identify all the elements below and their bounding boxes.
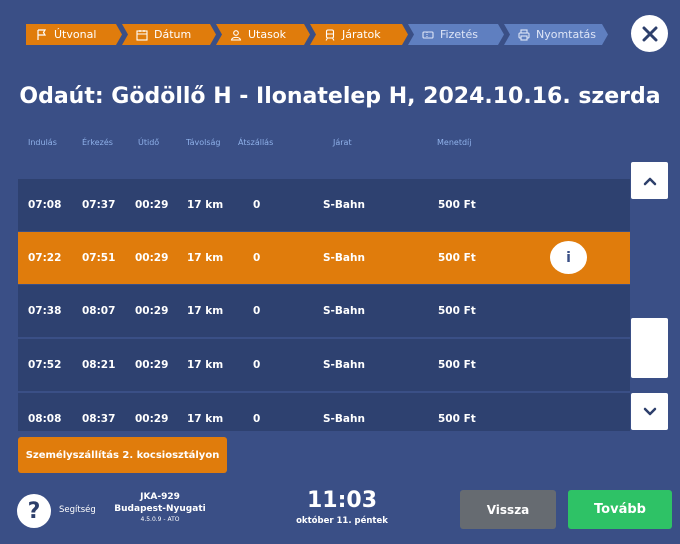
header-departure: Indulás — [28, 138, 57, 147]
scroll-up-button[interactable] — [631, 162, 668, 199]
cell-service: S-Bahn — [323, 252, 365, 264]
clock: 11:03 október 11. péntek — [282, 488, 402, 528]
cell-departure: 07:38 — [28, 305, 62, 317]
cell-distance: 17 km — [187, 252, 224, 264]
scrollbar-thumb[interactable] — [631, 318, 668, 378]
table-row[interactable]: 07:08 07:37 00:29 17 km 0 S-Bahn 500 Ft — [18, 179, 630, 231]
step-label: Fizetés — [440, 28, 478, 41]
table-row[interactable]: 07:38 08:07 00:29 17 km 0 S-Bahn 500 Ft — [18, 285, 630, 337]
clock-date: október 11. péntek — [296, 516, 388, 526]
cell-service: S-Bahn — [323, 359, 365, 371]
close-button[interactable] — [631, 15, 668, 52]
person-icon — [230, 29, 242, 41]
kiosk-version: 4.5.0.9 - ATO — [140, 516, 180, 523]
cell-arrival: 08:07 — [82, 305, 116, 317]
back-button[interactable]: Vissza — [460, 490, 556, 529]
table-row-selected[interactable]: 07:22 07:51 00:29 17 km 0 S-Bahn 500 Ft … — [18, 232, 630, 284]
info-button[interactable]: i — [550, 241, 587, 274]
step-services[interactable]: Járatok — [310, 24, 408, 45]
step-bar: Útvonal Dátum Utasok Járatok Fizetés Nyo… — [26, 24, 608, 45]
cell-duration: 00:29 — [135, 305, 169, 317]
header-fare: Menetdíj — [437, 138, 472, 147]
cell-duration: 00:29 — [135, 359, 169, 371]
step-label: Utasok — [248, 28, 286, 41]
travel-class-button[interactable]: Személyszállítás 2. kocsiosztályon — [18, 437, 227, 473]
cell-transfers: 0 — [253, 252, 261, 264]
next-button[interactable]: Tovább — [568, 490, 672, 529]
close-icon — [642, 26, 657, 41]
cell-fare: 500 Ft — [438, 305, 476, 317]
cell-service: S-Bahn — [323, 199, 365, 211]
table-row[interactable]: 07:52 08:21 00:29 17 km 0 S-Bahn 500 Ft — [18, 339, 630, 391]
cell-transfers: 0 — [253, 413, 261, 425]
calendar-icon — [136, 29, 148, 41]
chevron-down-icon — [643, 407, 656, 415]
header-distance: Távolság — [186, 138, 221, 147]
kiosk-info: JKA-929 Budapest-Nyugati 4.5.0.9 - ATO — [105, 491, 215, 525]
cell-duration: 00:29 — [135, 252, 169, 264]
cell-departure: 07:08 — [28, 199, 62, 211]
cell-distance: 17 km — [187, 199, 224, 211]
cell-duration: 00:29 — [135, 199, 169, 211]
printer-icon — [518, 28, 530, 41]
chevron-up-icon — [643, 177, 656, 185]
step-label: Járatok — [342, 28, 381, 41]
kiosk-id: JKA-929 — [140, 492, 180, 502]
connections-table: 07:08 07:37 00:29 17 km 0 S-Bahn 500 Ft … — [18, 163, 630, 431]
cell-departure: 07:52 — [28, 359, 62, 371]
step-label: Útvonal — [54, 28, 97, 41]
header-arrival: Érkezés — [82, 138, 113, 147]
cell-arrival: 07:51 — [82, 252, 116, 264]
step-payment: Fizetés — [408, 24, 504, 45]
header-transfers: Átszállás — [238, 138, 274, 147]
step-date[interactable]: Dátum — [122, 24, 216, 45]
help-label[interactable]: Segítség — [59, 505, 96, 515]
cell-departure: 08:08 — [28, 413, 62, 425]
cell-transfers: 0 — [253, 359, 261, 371]
ticket-icon — [422, 30, 434, 39]
kiosk-station: Budapest-Nyugati — [114, 504, 206, 514]
step-label: Nyomtatás — [536, 28, 597, 41]
info-icon: i — [566, 249, 571, 266]
cell-service: S-Bahn — [323, 413, 365, 425]
cell-transfers: 0 — [253, 199, 261, 211]
cell-arrival: 08:21 — [82, 359, 116, 371]
cell-fare: 500 Ft — [438, 413, 476, 425]
cell-fare: 500 Ft — [438, 252, 476, 264]
step-passengers[interactable]: Utasok — [216, 24, 310, 45]
table-row[interactable]: 08:08 08:37 00:29 17 km 0 S-Bahn 500 Ft — [18, 393, 630, 431]
table-header: Indulás Érkezés Útidő Távolság Átszállás… — [0, 138, 680, 150]
flag-icon — [37, 28, 47, 40]
page-title: Odaút: Gödöllő H - Ilonatelep H, 2024.10… — [19, 84, 661, 109]
cell-fare: 500 Ft — [438, 359, 476, 371]
train-icon — [325, 28, 335, 41]
help-icon[interactable]: ? — [17, 494, 51, 528]
cell-departure: 07:22 — [28, 252, 62, 264]
cell-arrival: 08:37 — [82, 413, 116, 425]
step-route[interactable]: Útvonal — [26, 24, 122, 45]
cell-transfers: 0 — [253, 305, 261, 317]
cell-distance: 17 km — [187, 413, 224, 425]
cell-fare: 500 Ft — [438, 199, 476, 211]
scroll-down-button[interactable] — [631, 393, 668, 430]
cell-distance: 17 km — [187, 305, 224, 317]
cell-service: S-Bahn — [323, 305, 365, 317]
cell-distance: 17 km — [187, 359, 224, 371]
clock-time: 11:03 — [306, 488, 378, 513]
cell-duration: 00:29 — [135, 413, 169, 425]
cell-arrival: 07:37 — [82, 199, 116, 211]
header-duration: Útidő — [138, 138, 160, 147]
step-print: Nyomtatás — [504, 24, 608, 45]
header-service: Járat — [333, 138, 352, 147]
step-label: Dátum — [154, 28, 192, 41]
